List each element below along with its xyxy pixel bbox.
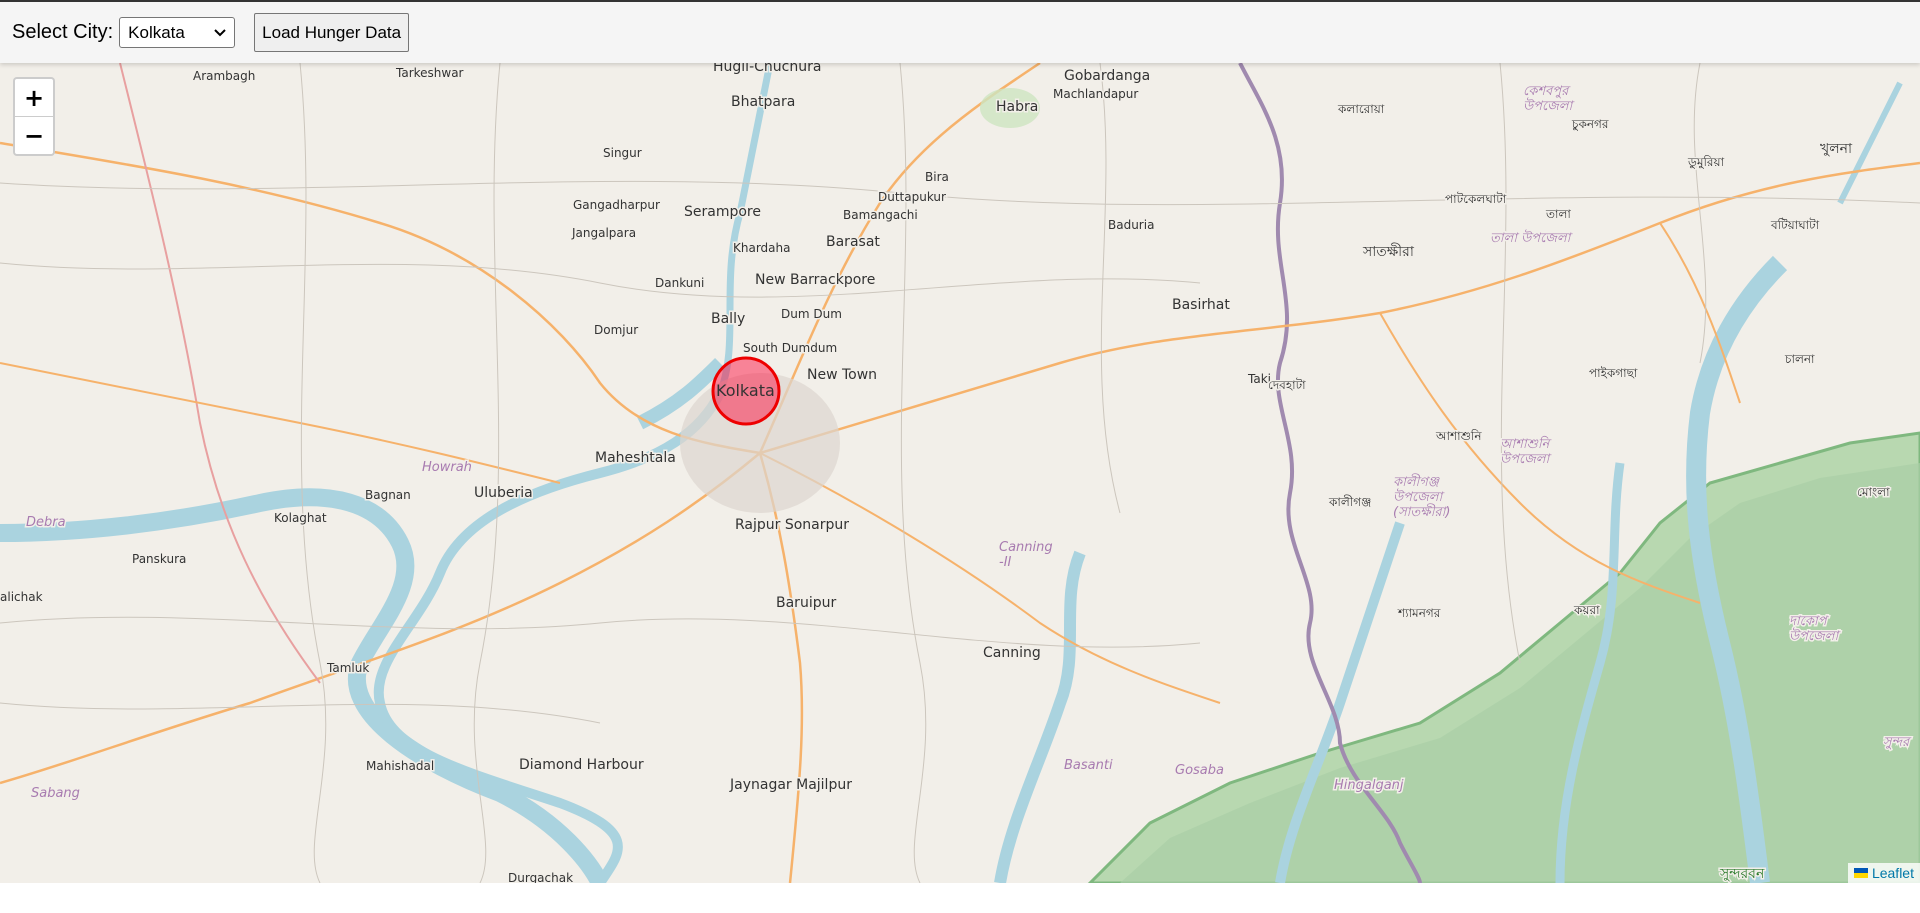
place-label: South Dumdum [743, 341, 837, 355]
place-label: কয়রা [1573, 603, 1600, 617]
place-label: পাটকেলঘাটা [1445, 192, 1507, 206]
place-label: Barasat [826, 234, 880, 250]
place-label: Gobardanga [1064, 68, 1150, 84]
district-label: Sabang [31, 786, 80, 801]
place-label: Dankuni [655, 276, 704, 290]
place-label: Mahishadal [366, 759, 434, 773]
place-label: Bally [711, 311, 745, 327]
district-label: আশাশুনি উপজেলা [1500, 435, 1553, 467]
place-label: Durgachak [508, 871, 573, 883]
road-6 [759, 452, 1221, 704]
place-label: Basirhat [1172, 297, 1230, 313]
load-hunger-data-button[interactable]: Load Hunger Data [254, 13, 410, 52]
place-label: Kolaghat [274, 511, 327, 525]
city-select-value: Kolkata [128, 22, 185, 42]
ukraine-flag-icon [1853, 868, 1868, 878]
place-label: কলারোয়া [1337, 102, 1385, 116]
map-container[interactable]: Hugli-Chuchura Bhatpara Habra Gobardanga… [0, 63, 1920, 883]
place-label: কালীগঞ্জ [1328, 495, 1371, 509]
place-label: Singur [603, 146, 642, 160]
place-label: Rajpur Sonarpur [735, 517, 849, 533]
place-label: আশাশুনি [1435, 429, 1482, 443]
place-label: Serampore [684, 204, 761, 220]
place-label: Khardaha [733, 241, 790, 255]
zoom-control: + − [13, 77, 55, 156]
road-10 [0, 362, 561, 484]
place-label: চুকনগর [1571, 117, 1609, 132]
road-9 [119, 63, 321, 684]
place-label: Bhatpara [731, 94, 795, 110]
place-label: মোংলা [1857, 485, 1890, 499]
place-label: Jangalpara [571, 226, 636, 240]
attribution: Leaflet [1847, 863, 1920, 883]
place-label: Habra [996, 99, 1038, 115]
control-bar: Select City: Kolkata Load Hunger Data [0, 0, 1920, 63]
city-marker-label: Kolkata [716, 381, 775, 400]
place-label: New Town [807, 367, 877, 383]
place-label: Domjur [594, 323, 638, 337]
place-label: Arambagh [193, 69, 255, 83]
district-label: Debra [26, 515, 66, 530]
place-label: দেবহাটা [1268, 378, 1306, 392]
place-label: Duttapukur [878, 190, 946, 204]
place-label: Baruipur [776, 595, 836, 611]
district-label: Canning -II [999, 540, 1053, 570]
place-label: Bagnan [365, 488, 411, 502]
zoom-out-button[interactable]: − [15, 117, 53, 154]
district-label: কেশবপুর উপজেলা [1523, 84, 1575, 114]
place-label: Jaynagar Majilpur [729, 777, 852, 793]
zoom-in-button[interactable]: + [15, 79, 53, 117]
place-label: সুন্দরবন [1719, 866, 1765, 882]
map-tiles: Hugli-Chuchura Bhatpara Habra Gobardanga… [0, 63, 1920, 883]
district-label: Hingalganj [1334, 778, 1404, 793]
place-label: Dum Dum [781, 307, 842, 321]
district-label: Basanti [1064, 758, 1113, 773]
place-label: সাতক্ষীরা [1362, 243, 1415, 260]
place-label: Baduria [1108, 218, 1154, 232]
district-label: Gosaba [1175, 763, 1224, 778]
place-label: Tarkeshwar [395, 66, 464, 80]
city-select-label: Select City: [12, 21, 114, 43]
place-label: ডুমুরিয়া [1687, 155, 1725, 170]
place-label: খুলনা [1820, 141, 1853, 157]
place-label: Machlandapur [1053, 87, 1138, 101]
place-label: বটিয়াঘাটা [1770, 218, 1820, 232]
page-footer-blank [0, 883, 1920, 913]
district-label: তালা উপজেলা [1490, 229, 1574, 246]
district-label: Howrah [422, 460, 472, 475]
place-label: শ্যামনগর [1397, 606, 1441, 620]
place-label: Uluberia [474, 485, 533, 501]
leaflet-link[interactable]: Leaflet [1872, 865, 1914, 881]
place-label: New Barrackpore [755, 272, 875, 288]
place-label: alichak [0, 590, 43, 604]
place-label: Gangadharpur [573, 198, 660, 212]
place-label: Diamond Harbour [519, 757, 644, 773]
district-label: সুন্দর [1883, 735, 1912, 751]
place-label: পাইকগাছা [1589, 366, 1638, 380]
place-label: Maheshtala [595, 450, 676, 466]
road-1 [0, 141, 761, 455]
place-label: Tamluk [326, 661, 369, 675]
place-label: Canning [983, 645, 1041, 661]
place-label: চালনা [1784, 352, 1815, 366]
place-label: Panskura [132, 552, 186, 566]
place-label: Bamangachi [843, 208, 918, 222]
place-label: Bira [925, 170, 949, 184]
city-select[interactable]: Kolkata [119, 17, 236, 48]
place-label: Hugli-Chuchura [713, 63, 821, 75]
district-label: কালীগঞ্জ উপজেলা (সাতক্ষীরা) [1393, 473, 1450, 520]
place-label: তালা [1545, 207, 1571, 221]
chevron-down-icon [214, 28, 226, 36]
river-hugli-lower [0, 488, 609, 883]
